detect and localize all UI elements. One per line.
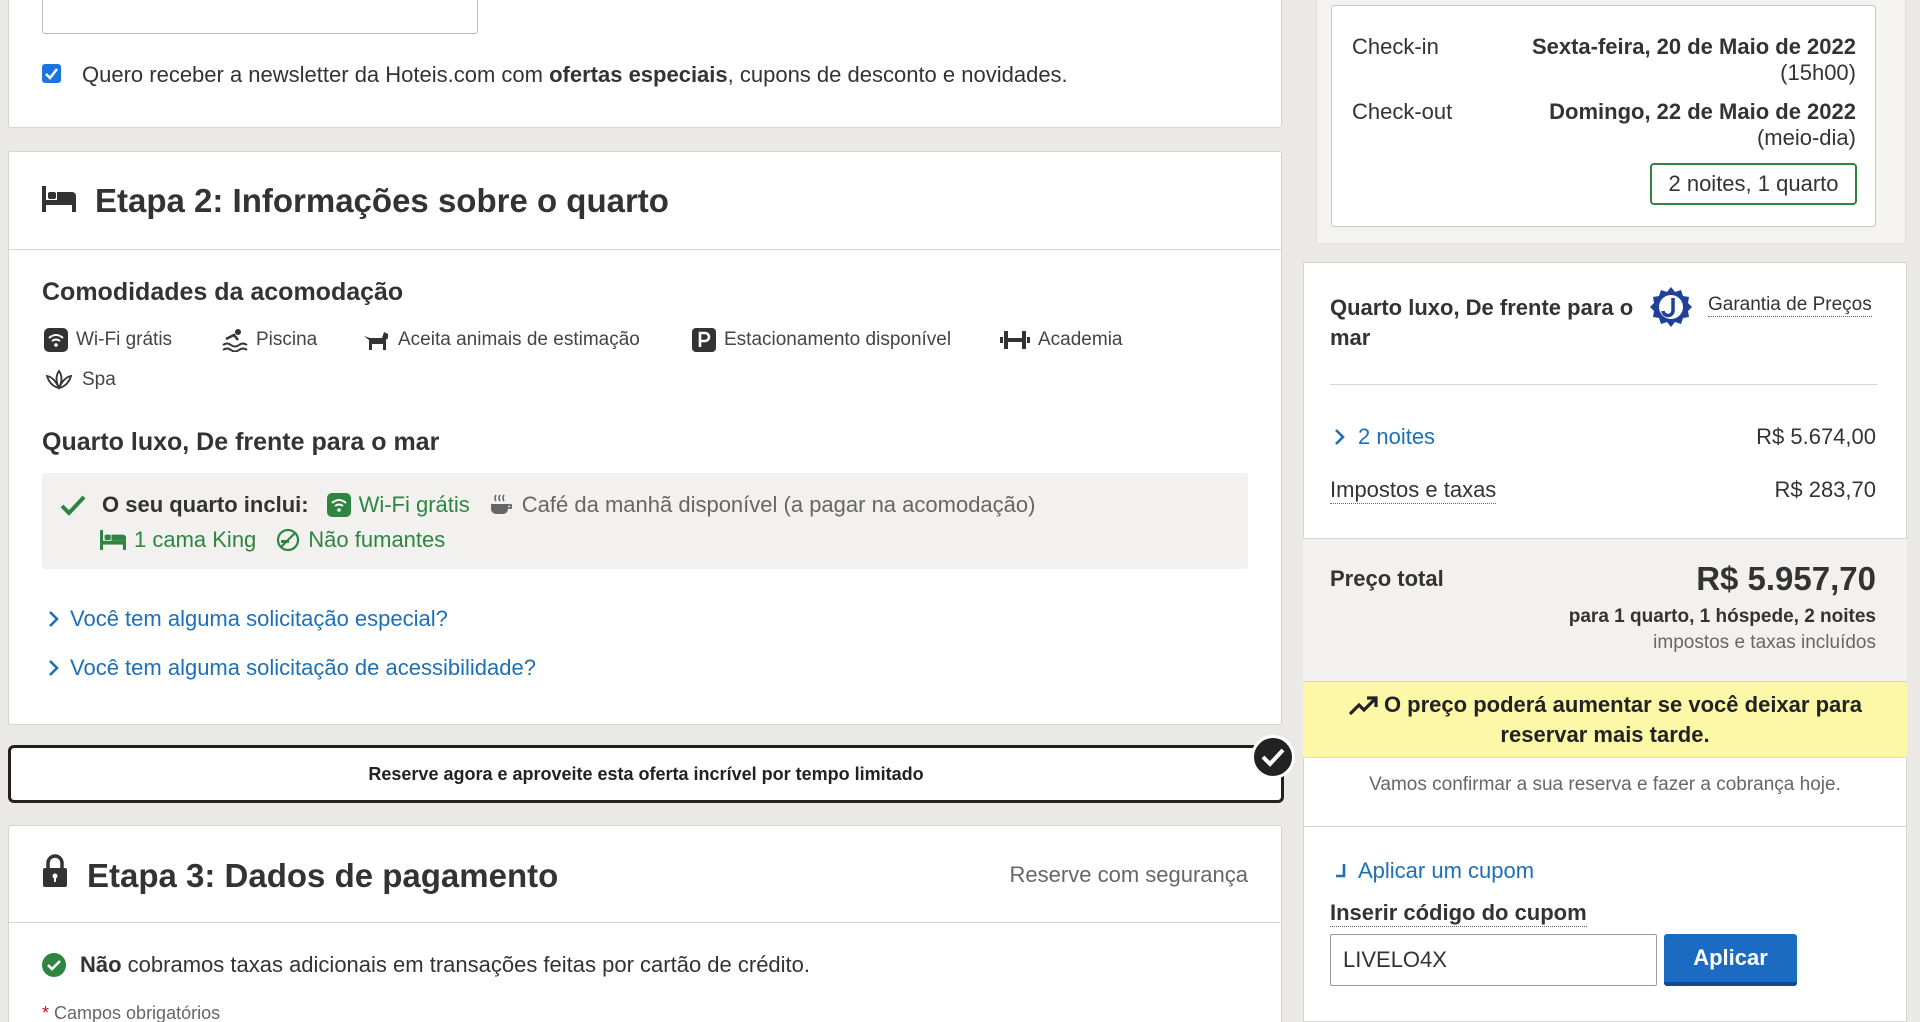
offer-check-badge: [1251, 735, 1295, 779]
amenity-wifi: Wi-Fi grátis: [44, 328, 172, 352]
spa-icon: [45, 369, 73, 391]
apply-coupon-toggle[interactable]: Aplicar um cupom: [1334, 858, 1534, 884]
wifi-icon: [44, 328, 68, 352]
chevron-right-icon: [49, 611, 59, 627]
step2-title: Etapa 2: Informações sobre o quarto: [95, 182, 669, 219]
price-guarantee-link[interactable]: Garantia de Preços: [1708, 294, 1872, 317]
checkmark-icon: [45, 68, 58, 80]
no-fees-text: cobramos taxas adicionais em transações …: [121, 952, 811, 977]
required-text: Campos obrigatórios: [49, 1003, 221, 1022]
trending-up-icon: [1348, 695, 1378, 715]
price-alert-text: O preço poderá aumentar se você deixar p…: [1345, 690, 1865, 750]
amenity-label: Aceita animais de estimação: [398, 329, 640, 350]
room-includes-box: [42, 473, 1248, 569]
amenity-pool: Piscina: [222, 328, 317, 352]
pet-icon: [364, 332, 388, 350]
newsletter-checkbox[interactable]: [42, 64, 61, 83]
confirm-charge-text: Vamos confirmar a sua reserva e fazer a …: [1369, 774, 1841, 795]
amenities-heading: Comodidades da acomodação: [42, 278, 404, 306]
checkout-date: Domingo, 22 de Maio de 2022: [1549, 99, 1856, 124]
chevron-right-icon: [49, 660, 59, 676]
taxes-label[interactable]: Impostos e taxas: [1330, 477, 1497, 504]
nights-breakdown-toggle[interactable]: 2 noites: [1334, 424, 1435, 450]
includes-label: O seu quarto inclui:: [102, 492, 309, 517]
pool-icon: [222, 329, 248, 352]
parking-icon: [692, 328, 716, 352]
apply-coupon-label: Aplicar um cupom: [1358, 858, 1535, 883]
checkout-label: Check-out: [1352, 99, 1453, 124]
corner-arrow-icon: [1336, 864, 1346, 878]
amenity-label: Piscina: [256, 329, 318, 350]
check-circle-icon: [42, 953, 66, 977]
wifi-icon: [326, 493, 351, 517]
total-details: para 1 quarto, 1 hóspede, 2 noites: [1568, 606, 1876, 627]
newsletter-label: Quero receber a newsletter da Hoteis.com…: [82, 62, 1068, 88]
includes-row: O seu quarto inclui: Wi-Fi grátis Café d…: [60, 492, 1035, 518]
includes-wifi: Wi-Fi grátis: [358, 492, 470, 517]
amenity-gym: Academia: [1000, 328, 1123, 352]
no-fees-bold: Não: [80, 952, 122, 977]
price-guarantee-badge-icon: [1650, 286, 1692, 328]
bed-icon: [100, 530, 126, 550]
newsletter-text-2: , cupons de desconto e novidades.: [727, 62, 1068, 87]
total-value: R$ 5.957,70: [1696, 560, 1876, 597]
checkin-date: Sexta-feira, 20 de Maio de 2022: [1531, 34, 1856, 59]
apply-coupon-button[interactable]: Aplicar: [1664, 934, 1797, 986]
newsletter-text-1: Quero receber a newsletter da Hoteis.com…: [82, 62, 550, 87]
secure-booking-text: Reserve com segurança: [1009, 862, 1248, 887]
limited-offer-banner: Reserve agora e aproveite esta oferta in…: [8, 745, 1284, 803]
total-label: Preço total: [1330, 566, 1444, 591]
no-fees-notice: Não cobramos taxas adicionais em transaç…: [42, 952, 810, 978]
bed-icon: [42, 186, 76, 212]
divider: [1303, 826, 1907, 827]
accessibility-request-label: Você tem alguma solicitação de acessibil…: [70, 655, 536, 680]
special-request-toggle[interactable]: Você tem alguma solicitação especial?: [48, 606, 448, 632]
nights-label: 2 noites: [1358, 424, 1436, 449]
nights-value: R$ 5.674,00: [1756, 424, 1876, 449]
check-icon: [60, 495, 86, 516]
includes-breakfast: Café da manhã disponível (a pagar na aco…: [521, 492, 1036, 517]
text-input-partial[interactable]: [42, 0, 478, 34]
checkin-label: Check-in: [1352, 34, 1439, 59]
required-fields-note: * Campos obrigatórios: [42, 1003, 220, 1022]
amenity-label: Academia: [1038, 329, 1123, 350]
includes-bed: 1 cama King: [134, 527, 257, 552]
amenity-parking: Estacionamento disponível: [692, 328, 951, 352]
taxes-value: R$ 283,70: [1774, 477, 1876, 502]
newsletter-text-bold: ofertas especiais: [549, 62, 728, 87]
amenity-pets: Aceita animais de estimação: [362, 328, 640, 352]
coupon-code-label: Inserir código do cupom: [1330, 900, 1587, 927]
room-heading: Quarto luxo, De frente para o mar: [42, 428, 440, 456]
gym-icon: [1000, 331, 1030, 349]
price-increase-alert: O preço poderá aumentar se você deixar p…: [1303, 682, 1907, 758]
offer-banner-text: Reserve agora e aproveite esta oferta in…: [368, 763, 924, 784]
chevron-right-icon: [1335, 429, 1345, 445]
step3-title: Etapa 3: Dados de pagamento: [87, 857, 559, 894]
amenity-label: Wi-Fi grátis: [76, 329, 173, 350]
price-alert-label: O preço poderá aumentar se você deixar p…: [1383, 691, 1863, 747]
includes-smoking: Não fumantes: [308, 527, 446, 552]
coffee-icon: [490, 494, 512, 514]
checkout-time: (meio-dia): [1756, 125, 1856, 150]
amenity-label: Spa: [82, 369, 116, 390]
nights-rooms-text: 2 noites, 1 quarto: [1668, 171, 1839, 196]
includes-row-2: 1 cama King Não fumantes: [100, 527, 445, 553]
required-asterisk: *: [42, 1003, 50, 1022]
coupon-code-input[interactable]: [1330, 934, 1657, 986]
summary-room-name: Quarto luxo, De frente para o mar: [1330, 295, 1634, 350]
checkmark-icon: [1261, 748, 1285, 767]
amenity-spa: Spa: [44, 368, 116, 392]
special-request-label: Você tem alguma solicitação especial?: [70, 606, 448, 631]
accessibility-request-toggle[interactable]: Você tem alguma solicitação de acessibil…: [48, 655, 536, 681]
checkin-time: (15h00): [1780, 60, 1856, 85]
lock-icon: [42, 854, 68, 888]
nights-rooms-badge: 2 noites, 1 quarto: [1650, 163, 1857, 205]
amenity-label: Estacionamento disponível: [724, 329, 952, 350]
no-smoking-icon: [277, 528, 300, 552]
divider: [1330, 384, 1877, 385]
total-taxes-note: impostos e taxas incluídos: [1653, 632, 1876, 653]
